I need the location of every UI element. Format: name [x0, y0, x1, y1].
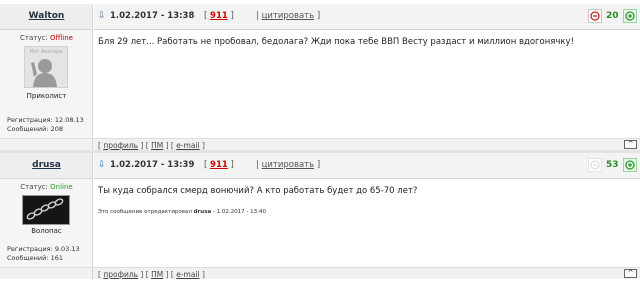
post-header: Walton ⇩ 1.02.2017 - 13:38 [ 911 ] | цит…	[0, 4, 640, 30]
post-meta-bar: ⇩ 1.02.2017 - 13:39 [ 911 ] | цитировать…	[94, 153, 640, 179]
quote-link[interactable]: цитировать	[262, 160, 315, 170]
post-date: 1.02.2017 - 13:38	[110, 11, 195, 21]
avatar: Нет Аватара	[24, 46, 68, 88]
quote-link[interactable]: цитировать	[262, 11, 315, 21]
status-label: Статус:	[20, 183, 48, 191]
status-label: Статус:	[20, 34, 48, 42]
profile-link[interactable]: профиль	[103, 270, 138, 279]
forum-post: drusa ⇩ 1.02.2017 - 13:39 [ 911 ] | цити…	[0, 153, 640, 281]
post-link-icon[interactable]: ⇩	[98, 160, 106, 170]
rating-value: 53	[606, 160, 619, 170]
email-link[interactable]: e-mail	[176, 270, 199, 279]
post-number-link[interactable]: 911	[210, 11, 228, 21]
registration-date: 12.08.13	[54, 116, 84, 124]
user-stats: Регистрация: 9.03.13 Сообщений: 161	[7, 245, 80, 263]
post-number-link[interactable]: 911	[210, 160, 228, 170]
edited-note: Это сообщение отредактировал drusa - 1.0…	[98, 209, 266, 215]
email-link[interactable]: e-mail	[176, 141, 199, 150]
status-line: Статус: Offline	[0, 34, 93, 42]
scroll-top-button[interactable]: ^	[624, 269, 637, 278]
profile-link[interactable]: профиль	[103, 141, 138, 150]
author-header: Walton	[0, 4, 93, 30]
avatar	[22, 195, 70, 225]
thumb-up-icon[interactable]	[622, 158, 637, 172]
thumb-up-icon[interactable]	[622, 9, 637, 23]
chain-avatar-icon	[26, 198, 64, 220]
post-message: Бля 29 лет... Работать не пробовал, бедо…	[98, 37, 574, 47]
author-name-link[interactable]: drusa	[0, 160, 93, 170]
post-number-wrap: [ 911 ]	[204, 11, 234, 21]
author-header: drusa	[0, 153, 93, 179]
post-meta-bar: ⇩ 1.02.2017 - 13:38 [ 911 ] | цитировать…	[94, 4, 640, 30]
status-line: Статус: Online	[0, 183, 93, 191]
status-value: Offline	[49, 34, 73, 42]
scroll-top-button[interactable]: ^	[624, 140, 637, 149]
edited-prefix: Это сообщение отредактировал	[98, 209, 192, 215]
post-content: Ты куда собрался смерд вонючий? А кто ра…	[94, 179, 640, 267]
post-number-wrap: [ 911 ]	[204, 160, 234, 170]
author-sidebar: Статус: Online Волопас Регистрация: 9.03…	[0, 179, 93, 267]
post-footer: [ профиль ] [ ПМ ] [ e-mail ] ^	[0, 138, 640, 151]
quote-wrap: | цитировать ]	[256, 11, 321, 21]
post-rating: 53	[588, 158, 637, 172]
footer-links: [ профиль ] [ ПМ ] [ e-mail ]	[98, 270, 205, 279]
post-rating: 20	[588, 9, 637, 23]
registration-date: 9.03.13	[54, 245, 80, 253]
post-link-icon[interactable]: ⇩	[98, 11, 106, 21]
user-rank: Приколист	[26, 92, 67, 100]
post-message: Ты куда собрался смерд вонючий? А кто ра…	[98, 186, 418, 196]
thumb-down-icon[interactable]	[588, 158, 602, 172]
forum-post: Walton ⇩ 1.02.2017 - 13:38 [ 911 ] | цит…	[0, 4, 640, 151]
user-stats: Регистрация: 12.08.13 Сообщений: 208	[7, 116, 84, 134]
messages-count: 208	[50, 125, 64, 133]
default-avatar-figure-icon	[31, 59, 57, 87]
pm-link[interactable]: ПМ	[151, 141, 163, 150]
registration-label: Регистрация:	[7, 245, 53, 253]
pm-link[interactable]: ПМ	[151, 270, 163, 279]
footer-links: [ профиль ] [ ПМ ] [ e-mail ]	[98, 141, 205, 150]
edited-date: - 1.02.2017 - 13:40	[212, 209, 266, 215]
post-footer: [ профиль ] [ ПМ ] [ e-mail ] ^	[0, 267, 640, 280]
author-sidebar: Статус: Offline Нет Аватара Приколист Ре…	[0, 30, 93, 138]
edited-user: drusa	[193, 209, 212, 215]
post-header: drusa ⇩ 1.02.2017 - 13:39 [ 911 ] | цити…	[0, 153, 640, 179]
post-content: Бля 29 лет... Работать не пробовал, бедо…	[94, 30, 640, 138]
messages-count: 161	[50, 254, 64, 262]
post-date: 1.02.2017 - 13:39	[110, 160, 195, 170]
status-value: Online	[50, 183, 73, 191]
rating-value: 20	[606, 11, 619, 21]
messages-label: Сообщений:	[7, 125, 49, 133]
thumb-down-icon[interactable]	[588, 9, 602, 23]
quote-wrap: | цитировать ]	[256, 160, 321, 170]
messages-label: Сообщений:	[7, 254, 49, 262]
user-rank: Волопас	[31, 227, 62, 235]
author-name-link[interactable]: Walton	[0, 11, 93, 21]
registration-label: Регистрация:	[7, 116, 53, 124]
